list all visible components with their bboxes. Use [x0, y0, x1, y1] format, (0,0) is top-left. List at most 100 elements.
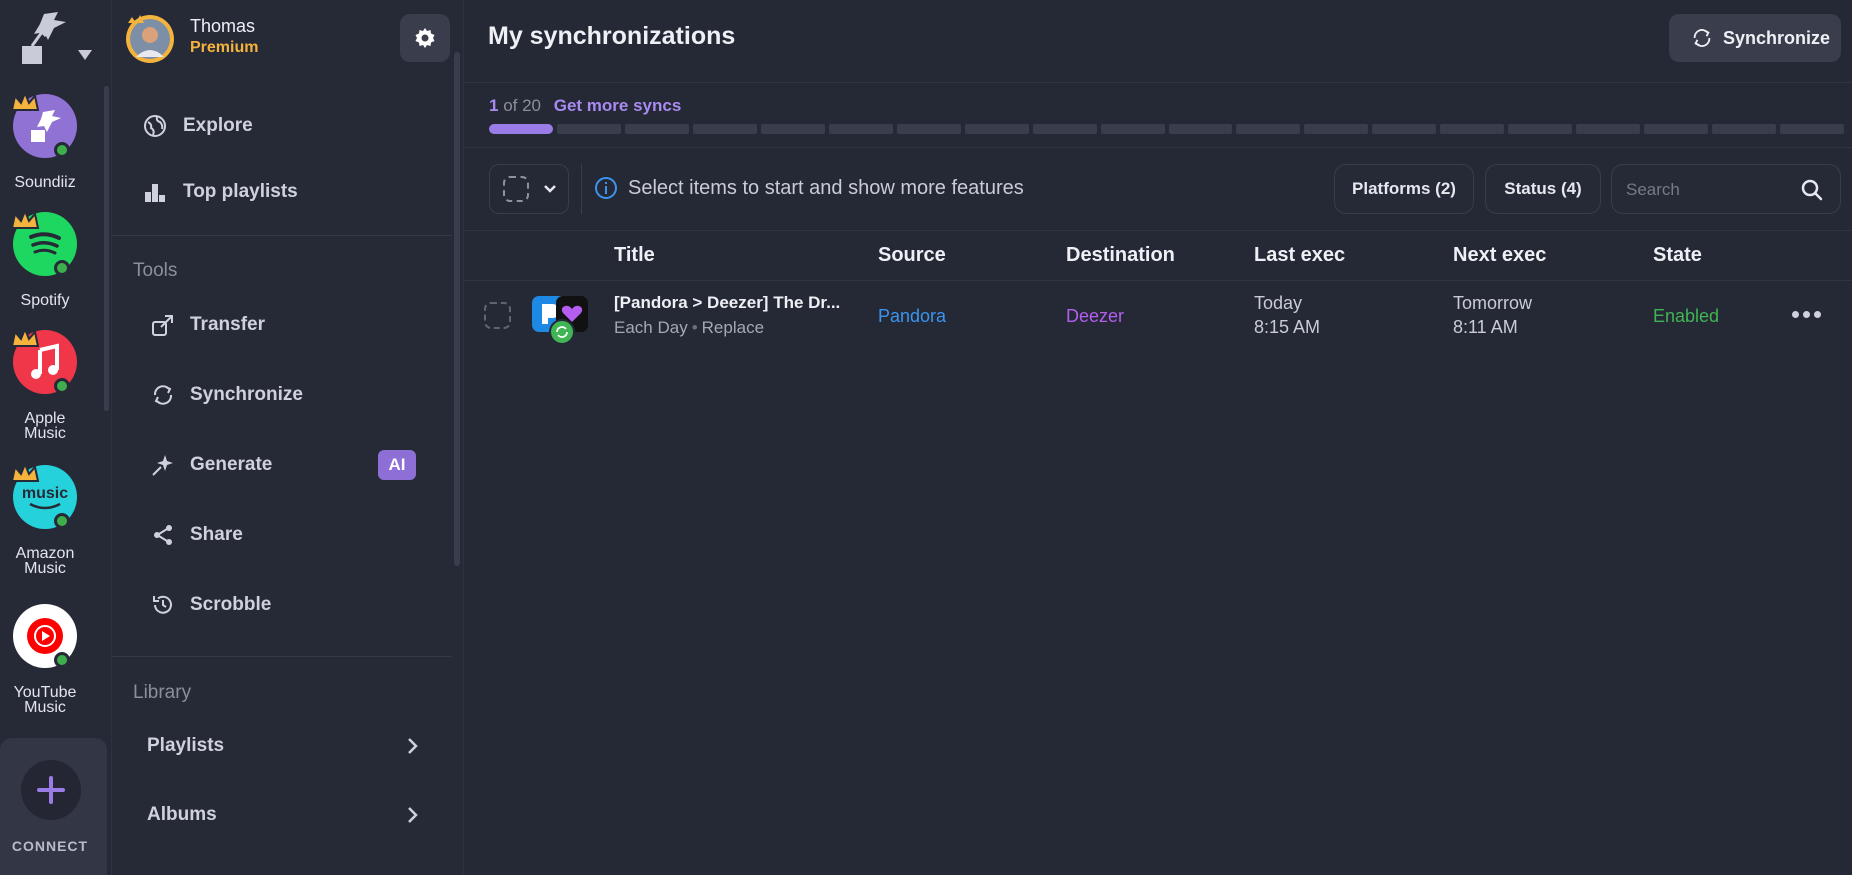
nav-top-playlists[interactable]: Top playlists	[112, 167, 452, 217]
platform-apple-music[interactable]: Apple Music	[0, 326, 90, 445]
column-header-source[interactable]: Source	[878, 244, 946, 267]
select-all-checkbox[interactable]	[503, 176, 529, 202]
quota-current: 1	[489, 96, 499, 115]
page-title: My synchronizations	[488, 22, 736, 50]
nav-label: Share	[190, 524, 243, 545]
nav-label: Synchronize	[190, 384, 303, 405]
quota-segment-free	[1712, 124, 1777, 134]
quota-segment-free	[1780, 124, 1845, 134]
sync-frequency: Each Day	[614, 318, 688, 337]
user-plan: Premium	[190, 39, 259, 56]
quota-segment-free	[1508, 124, 1573, 134]
next-exec-day: Tomorrow	[1453, 293, 1533, 313]
transfer-icon	[149, 311, 177, 339]
more-actions-button[interactable]	[1786, 299, 1826, 329]
platform-label: Amazon Music	[15, 545, 75, 577]
svg-text:music: music	[22, 485, 68, 502]
platforms-filter-button[interactable]: Platforms (2)	[1334, 164, 1474, 214]
select-all-dropdown[interactable]	[489, 164, 569, 214]
platform-youtube-music[interactable]: YouTube Music	[0, 604, 90, 719]
pandora-deezer-icon	[532, 296, 588, 345]
platform-label: Spotify	[20, 292, 70, 309]
next-exec-time: 8:11 AM	[1453, 317, 1518, 337]
get-more-syncs-link[interactable]: Get more syncs	[554, 96, 682, 115]
quota-segment-free	[1372, 124, 1437, 134]
column-header-destination[interactable]: Destination	[1066, 244, 1175, 267]
platform-soundiiz[interactable]: Soundiiz	[0, 90, 90, 194]
search-input[interactable]	[1626, 177, 1796, 203]
quota-segment-free	[692, 124, 757, 134]
quota-segment-free	[964, 124, 1029, 134]
synchronize-button-label: Synchronize	[1723, 27, 1831, 48]
crown-icon	[10, 326, 40, 347]
table-top-divider	[464, 230, 1852, 231]
table-row[interactable]: [Pandora > Deezer] The Dr... Each Day • Re…	[464, 281, 1852, 349]
column-header-last-exec[interactable]: Last exec	[1254, 244, 1345, 267]
main-content: My synchronizations Synchronize 1 of 20 …	[464, 0, 1852, 875]
settings-button[interactable]	[400, 14, 450, 62]
nav-label: Top playlists	[183, 181, 298, 202]
search-icon[interactable]	[1800, 178, 1824, 202]
nav-transfer[interactable]: Transfer	[112, 300, 452, 350]
status-filter-button[interactable]: Status (4)	[1485, 164, 1601, 214]
nav-label: Scrobble	[190, 594, 272, 615]
platform-amazon-music[interactable]: music Amazon Music	[0, 461, 90, 580]
last-exec-day: Today	[1254, 293, 1303, 313]
nav-scrobble[interactable]: Scrobble	[112, 580, 452, 630]
soundiiz-logo-menu[interactable]	[14, 10, 94, 70]
platform-label: YouTube Music	[13, 684, 77, 716]
ai-badge: AI	[378, 450, 416, 480]
nav-share[interactable]: Share	[112, 510, 452, 560]
column-header-title[interactable]: Title	[614, 244, 655, 267]
separator-dot: •	[691, 318, 698, 337]
column-header-state[interactable]: State	[1653, 244, 1702, 267]
nav-albums[interactable]: Albums	[112, 790, 452, 840]
nav-label: Playlists	[147, 735, 225, 756]
row-checkbox[interactable]	[484, 302, 511, 329]
nav-label: Explore	[183, 115, 253, 136]
nav-synchronize[interactable]: Synchronize	[112, 370, 452, 420]
connected-status-dot	[54, 378, 70, 394]
quota-segment-free	[1644, 124, 1709, 134]
platform-label: Soundiiz	[14, 174, 76, 191]
nav-label: Transfer	[190, 314, 265, 335]
chevron-right-icon	[408, 807, 418, 823]
quota-segment-free	[624, 124, 689, 134]
rail-scrollbar[interactable]	[104, 86, 109, 411]
tools-heading: Tools	[133, 260, 178, 281]
avatar[interactable]	[122, 13, 182, 63]
sync-state: Enabled	[1653, 306, 1720, 326]
nav-explore[interactable]: Explore	[112, 101, 452, 151]
connected-status-dot	[54, 513, 70, 529]
nav-label: Albums	[147, 804, 217, 825]
quota-segment-free	[1168, 124, 1233, 134]
sync-destination[interactable]: Deezer	[1066, 306, 1124, 327]
sync-quota: 1 of 20 Get more syncs	[489, 96, 681, 116]
nav-generate[interactable]: Generate AI	[112, 440, 452, 490]
sync-title[interactable]: [Pandora > Deezer] The Dr...	[614, 293, 864, 313]
sidebar-nav: Thomas Premium Explore Top playlists Too…	[112, 0, 464, 875]
connect-button[interactable]	[0, 738, 107, 875]
chevron-right-icon	[408, 738, 418, 754]
dot	[1813, 310, 1821, 318]
sync-source[interactable]: Pandora	[878, 306, 946, 327]
quota-segment-free	[760, 124, 825, 134]
soundiiz-logo-icon	[22, 12, 66, 64]
connected-status-dot	[54, 260, 70, 276]
dot	[1791, 310, 1799, 318]
platform-spotify[interactable]: Spotify	[0, 208, 90, 312]
selection-hint-text: Select items to start and show more feat…	[628, 176, 1024, 199]
info-icon	[595, 177, 617, 199]
toolbar-separator	[581, 164, 582, 214]
nav-playlists[interactable]: Playlists	[112, 721, 452, 771]
quota-segment-free	[1032, 124, 1097, 134]
sparkle-icon	[149, 451, 177, 479]
quota-segment-free	[828, 124, 893, 134]
nav-scrollbar[interactable]	[454, 52, 460, 566]
column-header-next-exec[interactable]: Next exec	[1453, 244, 1546, 267]
nav-divider	[112, 235, 452, 236]
synchronize-button[interactable]: Synchronize	[1669, 14, 1841, 62]
nav-divider	[112, 656, 452, 657]
platform-label: Apple Music	[24, 410, 66, 442]
dot	[1802, 310, 1810, 318]
